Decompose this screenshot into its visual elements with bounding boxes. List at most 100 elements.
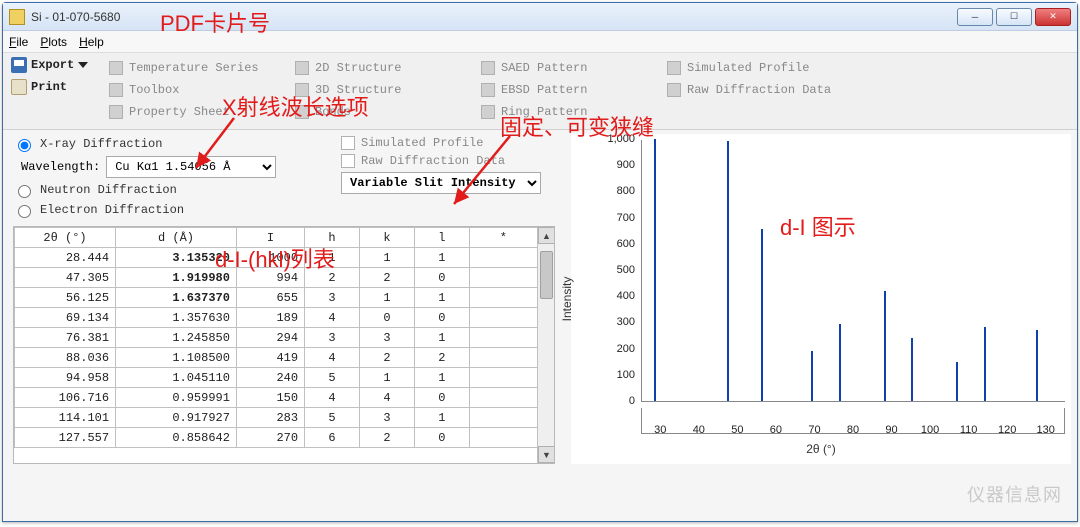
table-cell: 0 [414,428,469,448]
print-button[interactable]: Print [11,79,103,95]
scroll-down-icon[interactable]: ▼ [538,446,555,463]
table-cell: 2 [359,428,414,448]
table-cell: 994 [236,268,304,288]
tool-icon [481,83,495,97]
table-cell: 88.036 [15,348,116,368]
chart-peak [761,229,763,401]
x-tick: 40 [693,424,705,436]
table-cell: 419 [236,348,304,368]
export-button[interactable]: Export [11,57,103,73]
checkbox-icon[interactable] [341,136,355,150]
radio-electron-input[interactable] [18,205,31,218]
table-cell: 0.858642 [116,428,237,448]
table-cell: 0 [359,308,414,328]
table-cell [469,348,537,368]
table-row[interactable]: 94.9581.045110240511 [15,368,538,388]
table-cell [469,408,537,428]
scroll-up-icon[interactable]: ▲ [538,227,555,244]
y-tick: 500 [601,264,635,276]
table-row[interactable]: 76.3811.245850294331 [15,328,538,348]
body-area: X-ray Diffraction Wavelength: Cu Kα1 1.5… [3,130,1077,521]
table-header[interactable]: d (Å) [116,228,237,248]
radio-xray-input[interactable] [18,139,31,152]
x-tick: 130 [1037,424,1055,436]
table-row[interactable]: 114.1010.917927283531 [15,408,538,428]
table-row[interactable]: 127.5570.858642270620 [15,428,538,448]
table-row[interactable]: 69.1341.357630189400 [15,308,538,328]
table-scrollbar[interactable]: ▲ ▼ [537,227,554,463]
table-cell: 150 [236,388,304,408]
table-cell [469,308,537,328]
menu-file[interactable]: File [9,35,28,49]
menu-help[interactable]: Help [79,35,104,49]
chart-peak [956,362,958,401]
table-cell: 0 [414,308,469,328]
tool-icon [481,61,495,75]
toolbar-item[interactable]: Toolbox [109,79,289,101]
save-icon [11,57,27,73]
tool-icon [667,61,681,75]
table-row[interactable]: 28.4443.1353201000111 [15,248,538,268]
table-cell: 1 [414,248,469,268]
toolbar-item-label: Simulated Profile [687,61,809,75]
toolbar-item[interactable]: EBSD Pattern [481,79,661,101]
table-cell: 1 [414,408,469,428]
radio-xray[interactable]: X-ray Diffraction [13,136,333,152]
table-cell [469,248,537,268]
table-cell: 2 [359,268,414,288]
table-row[interactable]: 88.0361.108500419422 [15,348,538,368]
toolbar-item[interactable]: Temperature Series [109,57,289,79]
table-cell: 1.357630 [116,308,237,328]
tool-icon [109,61,123,75]
table-header[interactable]: k [359,228,414,248]
table-header[interactable]: h [305,228,360,248]
toolbar-item-label: Toolbox [129,83,179,97]
table-cell: 0 [414,268,469,288]
chart-peak [727,141,729,401]
toolbar-item[interactable]: SAED Pattern [481,57,661,79]
print-label: Print [31,80,67,94]
table-cell: 114.101 [15,408,116,428]
arrow-icon [190,114,240,174]
table-cell: 655 [236,288,304,308]
tool-icon [295,61,309,75]
minimize-button[interactable]: ─ [957,8,993,26]
table-cell [469,288,537,308]
tool-icon [109,105,123,119]
toolbar-item[interactable]: Simulated Profile [667,57,847,79]
y-tick: 200 [601,343,635,355]
chart-peak [884,291,886,401]
toolbar-item[interactable]: 3D Structure [295,79,475,101]
table-cell: 4 [359,388,414,408]
table-header[interactable]: * [469,228,537,248]
table-cell: 5 [305,368,360,388]
titlebar[interactable]: Si - 01-070-5680 ─ ☐ ✕ [3,3,1077,31]
table-cell: 4 [305,348,360,368]
toolbar-item[interactable]: Bonds [295,101,475,123]
table-header[interactable]: I [236,228,304,248]
tool-icon [667,83,681,97]
toolbar: Export Print Temperature Series 2D Struct… [3,53,1077,130]
maximize-button[interactable]: ☐ [996,8,1032,26]
table-row[interactable]: 47.3051.919980994220 [15,268,538,288]
y-tick: 700 [601,212,635,224]
close-button[interactable]: ✕ [1035,8,1071,26]
table-row[interactable]: 106.7160.959991150440 [15,388,538,408]
menu-plots[interactable]: Plots [40,35,67,49]
toolbar-item[interactable]: Ring Pattern [481,101,661,123]
table-cell: 3.135320 [116,248,237,268]
radio-neutron-input[interactable] [18,185,31,198]
table-header[interactable]: l [414,228,469,248]
toolbar-item[interactable]: Raw Diffraction Data [667,79,847,101]
table-header[interactable]: 2θ (°) [15,228,116,248]
table-cell: 1 [305,248,360,268]
table-cell: 1.919980 [116,268,237,288]
radio-electron[interactable]: Electron Diffraction [13,202,333,218]
tool-icon [481,105,495,119]
chart-peak [811,351,813,401]
table-row[interactable]: 56.1251.637370655311 [15,288,538,308]
toolbar-item[interactable]: 2D Structure [295,57,475,79]
scroll-thumb[interactable] [540,251,553,299]
checkbox-icon[interactable] [341,154,355,168]
radio-neutron[interactable]: Neutron Diffraction [13,182,333,198]
